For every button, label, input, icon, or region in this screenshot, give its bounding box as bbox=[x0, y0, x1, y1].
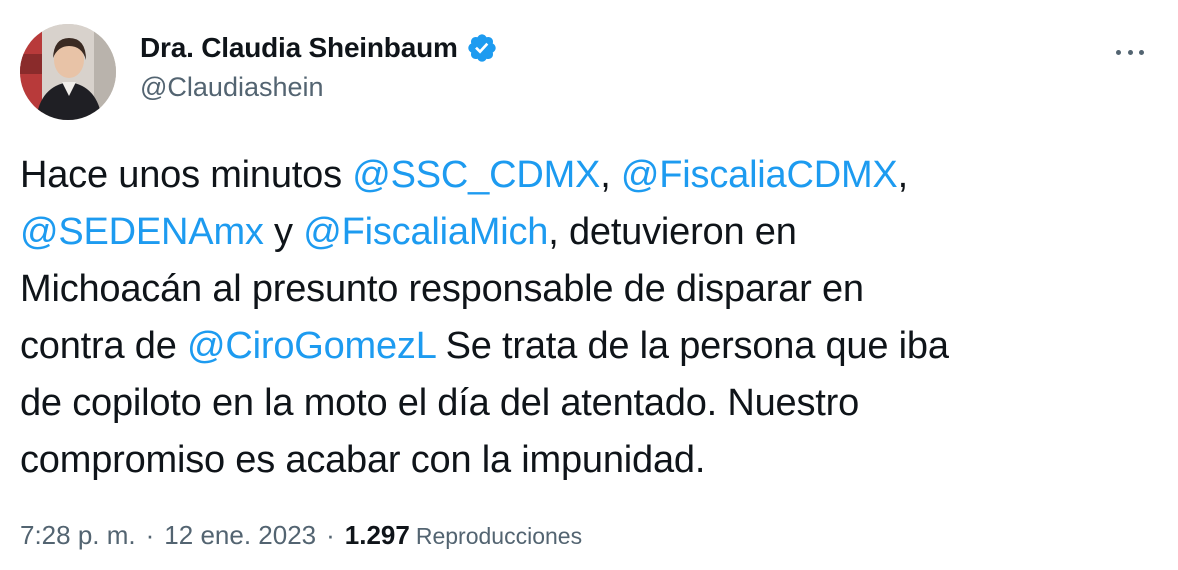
mention-link[interactable]: @SEDENAmx bbox=[20, 211, 264, 253]
author-name-row: Dra. Claudia Sheinbaum bbox=[140, 30, 498, 66]
tweet-date[interactable]: 12 ene. 2023 bbox=[164, 520, 316, 551]
tweet-text-segment: Se trata de la persona que iba bbox=[435, 325, 949, 367]
avatar-photo bbox=[20, 24, 116, 120]
views-count[interactable]: 1.297 bbox=[345, 520, 410, 551]
tweet-text-segment: Hace unos minutos bbox=[20, 154, 353, 196]
tweet-text-line: compromiso es acabar con la impunidad. bbox=[20, 432, 1160, 489]
tweet-text: Hace unos minutos @SSC_CDMX, @FiscaliaCD… bbox=[20, 147, 1160, 489]
tweet-text-segment: compromiso es acabar con la impunidad. bbox=[20, 439, 706, 481]
tweet-text-line: contra de @CiroGomezL Se trata de la per… bbox=[20, 318, 1160, 375]
tweet-text-segment: Michoacán al presunto responsable de dis… bbox=[20, 268, 864, 310]
author-handle[interactable]: @Claudiashein bbox=[140, 72, 498, 103]
verified-badge-icon bbox=[466, 32, 498, 64]
tweet-text-line: @SEDENAmx y @FiscaliaMich, detuvieron en bbox=[20, 204, 1160, 261]
more-horizontal-icon bbox=[1116, 49, 1144, 55]
tweet-text-line: de copiloto en la moto el día del atenta… bbox=[20, 375, 1160, 432]
tweet-text-segment: de copiloto en la moto el día del atenta… bbox=[20, 382, 860, 424]
mention-link[interactable]: @FiscaliaMich bbox=[303, 211, 548, 253]
meta-separator: · bbox=[326, 520, 335, 550]
tweet-card: Dra. Claudia Sheinbaum @Claudiashein Hac… bbox=[0, 0, 1178, 570]
tweet-text-segment: contra de bbox=[20, 325, 187, 367]
mention-link[interactable]: @FiscaliaCDMX bbox=[621, 154, 898, 196]
tweet-meta: 7:28 p. m. · 12 ene. 2023 · 1.297 Reprod… bbox=[20, 520, 582, 551]
author-display-name[interactable]: Dra. Claudia Sheinbaum bbox=[140, 32, 458, 64]
tweet-text-segment: , bbox=[897, 154, 909, 196]
tweet-time[interactable]: 7:28 p. m. bbox=[20, 520, 136, 551]
mention-link[interactable]: @CiroGomezL bbox=[187, 325, 435, 367]
more-options-button[interactable] bbox=[1110, 40, 1150, 64]
author-block: Dra. Claudia Sheinbaum @Claudiashein bbox=[140, 30, 498, 103]
mention-link[interactable]: @SSC_CDMX bbox=[352, 154, 600, 196]
views-label[interactable]: Reproducciones bbox=[416, 523, 582, 550]
tweet-text-segment: y bbox=[263, 211, 304, 253]
tweet-text-segment: , detuvieron en bbox=[548, 211, 797, 253]
meta-separator: · bbox=[145, 520, 155, 550]
tweet-text-segment: , bbox=[600, 154, 621, 196]
avatar[interactable] bbox=[20, 24, 116, 120]
tweet-text-line: Hace unos minutos @SSC_CDMX, @FiscaliaCD… bbox=[20, 147, 1160, 204]
tweet-text-line: Michoacán al presunto responsable de dis… bbox=[20, 261, 1160, 318]
